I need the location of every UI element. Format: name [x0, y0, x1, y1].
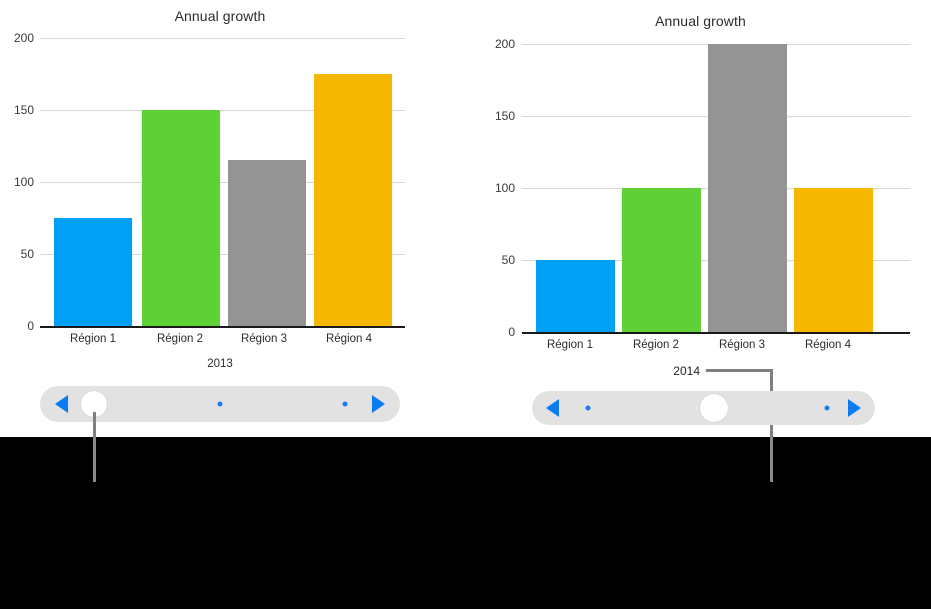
slider-dot-2-left[interactable]: [342, 401, 348, 407]
series-label-left: 2013: [207, 358, 233, 370]
bar-region-3-right[interactable]: [708, 44, 787, 332]
y-axis-tick-150-left: 150: [13, 103, 34, 117]
x-axis-label-region-3-left: Région 3: [240, 333, 288, 345]
bar-region-1-right[interactable]: [536, 260, 615, 332]
x-axis-label-region-4-left: Région 4: [325, 333, 373, 345]
slider-dot-2-right[interactable]: [824, 405, 830, 411]
y-axis-tick-50-right: 50: [501, 253, 515, 267]
y-axis-tick-0-left: 0: [27, 319, 34, 333]
x-axis-label-region-4-right: Région 4: [804, 339, 852, 351]
x-axis-label-region-2-right: Région 2: [632, 339, 680, 351]
chart-title-left: Annual growth: [174, 8, 266, 24]
y-axis-tick-200-right: 200: [494, 37, 515, 51]
triangle-right-icon-right[interactable]: [848, 399, 861, 417]
x-axis-line-left: [40, 326, 405, 328]
x-axis-label-region-2-left: Région 2: [156, 333, 204, 345]
bar-region-2-left[interactable]: [142, 110, 220, 326]
callout-line-right-over-band: [770, 437, 773, 482]
y-axis-tick-150-right: 150: [494, 109, 515, 123]
triangle-left-icon-left[interactable]: [55, 395, 68, 413]
bar-region-4-right[interactable]: [794, 188, 873, 332]
y-axis-tick-100-left: 100: [13, 175, 34, 189]
x-axis-line-right: [522, 332, 910, 334]
x-axis-label-region-1-left: Région 1: [69, 333, 117, 345]
triangle-right-icon-left[interactable]: [372, 395, 385, 413]
chart-title-right: Annual growth: [655, 13, 746, 29]
x-axis-label-region-3-right: Région 3: [718, 339, 766, 351]
plot-area-right: [522, 44, 910, 332]
bar-region-4-left[interactable]: [314, 74, 392, 326]
slider-knob-right[interactable]: [700, 394, 728, 422]
slider-dot-1-right[interactable]: [585, 405, 591, 411]
callout-leader-horizontal-right: [706, 369, 772, 372]
callout-line-left-over-band: [93, 437, 96, 482]
data-set-slider-right[interactable]: [532, 391, 875, 425]
x-axis-label-region-1-right: Région 1: [546, 339, 594, 351]
slider-dot-1-left[interactable]: [217, 401, 223, 407]
bar-region-3-left[interactable]: [228, 160, 306, 326]
y-axis-tick-0-right: 0: [508, 325, 515, 339]
series-label-right: 2014: [673, 364, 700, 378]
y-axis-tick-50-left: 50: [20, 247, 34, 261]
bar-region-1-left[interactable]: [54, 218, 132, 326]
bar-region-2-right[interactable]: [622, 188, 701, 332]
plot-area-left: [48, 38, 404, 326]
triangle-left-icon-right[interactable]: [546, 399, 559, 417]
y-axis-tick-200-left: 200: [13, 31, 34, 45]
screenshot-stage: Annual growth 200 150 100 50 0 Région 1 …: [0, 0, 931, 609]
bottom-black-band: [0, 437, 931, 609]
y-axis-tick-100-right: 100: [494, 181, 515, 195]
